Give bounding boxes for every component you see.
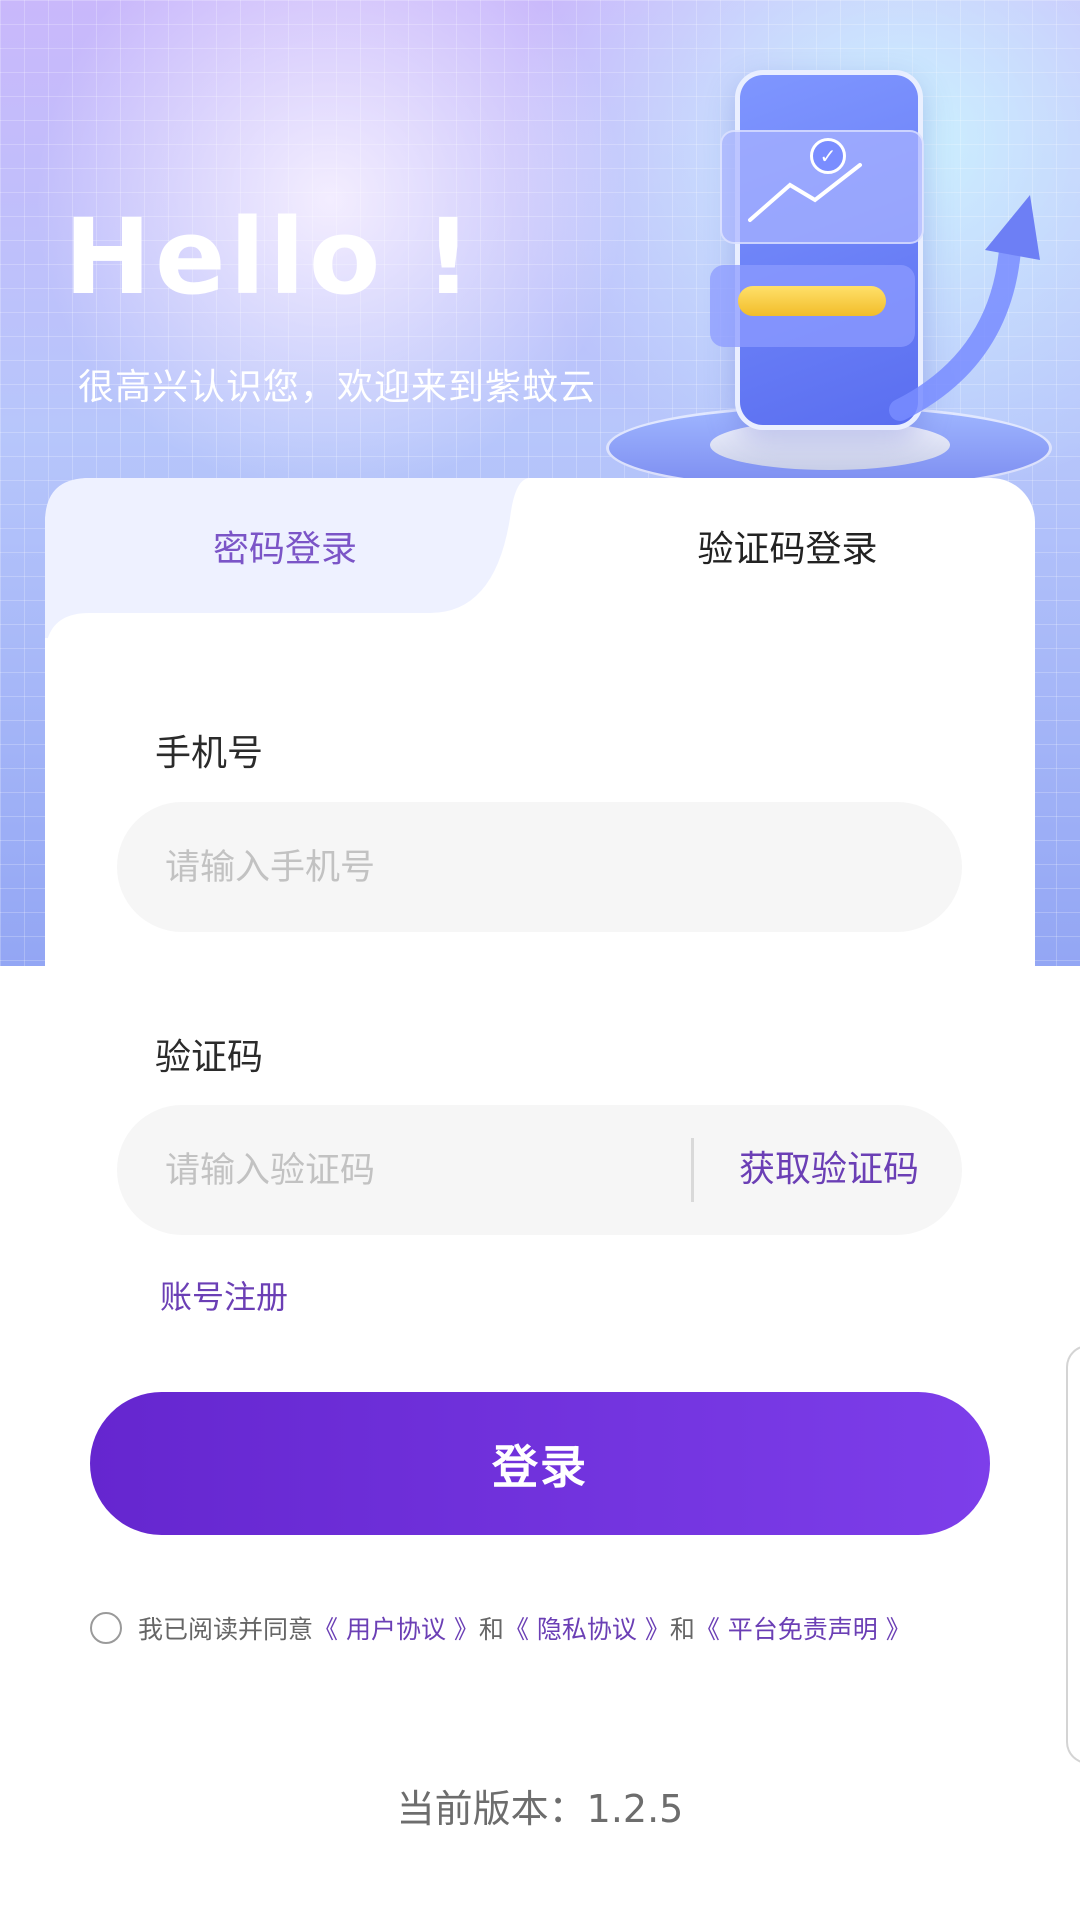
hero-title: Hello !	[64, 196, 476, 318]
growth-arrow-icon	[748, 163, 1040, 421]
login-button[interactable]: 登录	[90, 1392, 990, 1535]
code-input[interactable]	[163, 1105, 667, 1237]
hero-subtitle: 很高兴认识您，欢迎来到紫蚊云	[78, 367, 597, 408]
agreement-row: 我已阅读并同意 《 用户协议 》 和 《 隐私协议 》 和 《 平台免责声明 》	[90, 1610, 911, 1646]
agreement-and-1: 和	[478, 1615, 504, 1644]
register-link[interactable]: 账号注册	[160, 1272, 288, 1318]
privacy-agreement-link[interactable]: 《 隐私协议 》	[504, 1610, 670, 1646]
tab-sms-login[interactable]: 验证码登录	[540, 478, 1035, 613]
side-drawer-handle[interactable]	[1066, 1345, 1080, 1764]
login-page: Hello ! 很高兴认识您，欢迎来到紫蚊云 ✓ 密码登录 验证码登录 手机号 …	[0, 0, 1080, 1920]
code-field-container: 获取验证码	[117, 1105, 962, 1237]
phone-label: 手机号	[155, 733, 264, 774]
code-label: 验证码	[155, 1037, 264, 1078]
agreement-prefix: 我已阅读并同意	[138, 1615, 314, 1644]
get-code-button[interactable]: 获取验证码	[739, 1105, 919, 1235]
disclaimer-link[interactable]: 《 平台免责声明 》	[695, 1610, 911, 1646]
user-agreement-link[interactable]: 《 用户协议 》	[313, 1610, 479, 1646]
phone-growth-illustration: ✓	[600, 60, 1060, 491]
phone-field-container	[117, 802, 962, 934]
agree-checkbox[interactable]	[90, 1612, 122, 1644]
version-text: 当前版本：1.2.5	[396, 1787, 684, 1831]
field-divider	[691, 1138, 694, 1202]
agreement-and-2: 和	[669, 1615, 695, 1644]
phone-input[interactable]	[163, 802, 927, 934]
tab-password-login[interactable]: 密码登录	[45, 478, 525, 613]
